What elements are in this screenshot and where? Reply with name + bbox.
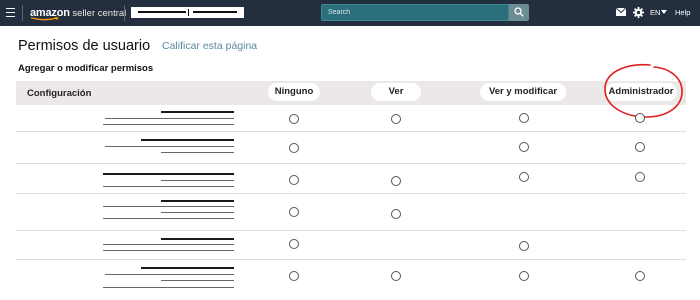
radio-ver[interactable] bbox=[391, 114, 401, 124]
redacted-setting-description bbox=[103, 218, 234, 219]
radio-ver-y-modificar[interactable] bbox=[519, 271, 529, 281]
row-separator bbox=[16, 230, 686, 231]
logo-smile-icon bbox=[30, 17, 59, 21]
radio-administrador[interactable] bbox=[635, 172, 645, 182]
column-header-configuracion: Configuración bbox=[27, 88, 92, 99]
column-header-ver-y-modificar: Ver y modificar bbox=[480, 83, 566, 101]
redacted-setting-description bbox=[105, 274, 234, 275]
search-input[interactable] bbox=[321, 4, 509, 21]
redacted-setting-name bbox=[103, 173, 234, 175]
search-button[interactable] bbox=[509, 4, 529, 21]
row-separator bbox=[16, 131, 686, 132]
table-header bbox=[16, 81, 686, 105]
radio-ver[interactable] bbox=[391, 176, 401, 186]
language-selector[interactable]: EN bbox=[650, 8, 660, 17]
divider bbox=[124, 5, 125, 21]
top-nav-bar: amazon seller central EN Help bbox=[0, 0, 700, 26]
section-title: Agregar o modificar permisos bbox=[18, 63, 154, 74]
radio-administrador[interactable] bbox=[635, 142, 645, 152]
radio-ver-y-modificar[interactable] bbox=[519, 241, 529, 251]
radio-ninguno[interactable] bbox=[289, 207, 299, 217]
redacted-setting-description bbox=[161, 212, 234, 213]
row-separator bbox=[16, 193, 686, 194]
gear-icon[interactable] bbox=[633, 7, 644, 18]
redacted-account-name bbox=[138, 11, 186, 13]
rate-page-link[interactable]: Calificar esta página bbox=[162, 40, 257, 52]
search-icon bbox=[514, 7, 524, 17]
redacted-setting-name bbox=[161, 111, 234, 113]
redacted-setting-description bbox=[103, 206, 234, 207]
redacted-setting-name bbox=[161, 238, 234, 240]
row-separator bbox=[16, 163, 686, 164]
account-separator bbox=[188, 9, 189, 16]
mail-icon[interactable] bbox=[616, 8, 626, 16]
radio-administrador[interactable] bbox=[635, 271, 645, 281]
menu-icon[interactable] bbox=[6, 8, 15, 17]
redacted-setting-description bbox=[105, 118, 234, 119]
column-header-administrador: Administrador bbox=[605, 83, 677, 101]
redacted-marketplace bbox=[193, 11, 237, 13]
redacted-setting-description bbox=[105, 146, 234, 147]
column-header-ver: Ver bbox=[371, 83, 421, 101]
redacted-setting-description bbox=[103, 244, 234, 245]
column-header-ninguno: Ninguno bbox=[268, 83, 320, 101]
redacted-setting-description bbox=[161, 180, 234, 181]
redacted-setting-description bbox=[103, 124, 234, 125]
row-separator bbox=[16, 259, 686, 260]
redacted-setting-description bbox=[103, 287, 234, 288]
redacted-setting-name bbox=[141, 139, 234, 141]
logo-product: seller central bbox=[69, 8, 127, 19]
radio-administrador[interactable] bbox=[635, 113, 645, 123]
chevron-down-icon[interactable] bbox=[661, 10, 667, 14]
redacted-setting-name bbox=[161, 200, 234, 202]
radio-ver[interactable] bbox=[391, 271, 401, 281]
divider bbox=[22, 5, 23, 21]
radio-ver[interactable] bbox=[391, 209, 401, 219]
help-link[interactable]: Help bbox=[675, 8, 690, 17]
redacted-setting-description bbox=[103, 250, 234, 251]
radio-ver-y-modificar[interactable] bbox=[519, 142, 529, 152]
radio-ninguno[interactable] bbox=[289, 175, 299, 185]
redacted-setting-description bbox=[161, 152, 234, 153]
account-switcher[interactable] bbox=[131, 7, 244, 18]
radio-ninguno[interactable] bbox=[289, 239, 299, 249]
page-title: Permisos de usuario bbox=[18, 38, 151, 54]
redacted-setting-name bbox=[141, 267, 234, 269]
radio-ninguno[interactable] bbox=[289, 271, 299, 281]
radio-ver-y-modificar[interactable] bbox=[519, 172, 529, 182]
radio-ninguno[interactable] bbox=[289, 114, 299, 124]
redacted-setting-description bbox=[161, 280, 234, 281]
radio-ninguno[interactable] bbox=[289, 143, 299, 153]
radio-ver-y-modificar[interactable] bbox=[519, 113, 529, 123]
redacted-setting-description bbox=[103, 186, 234, 187]
